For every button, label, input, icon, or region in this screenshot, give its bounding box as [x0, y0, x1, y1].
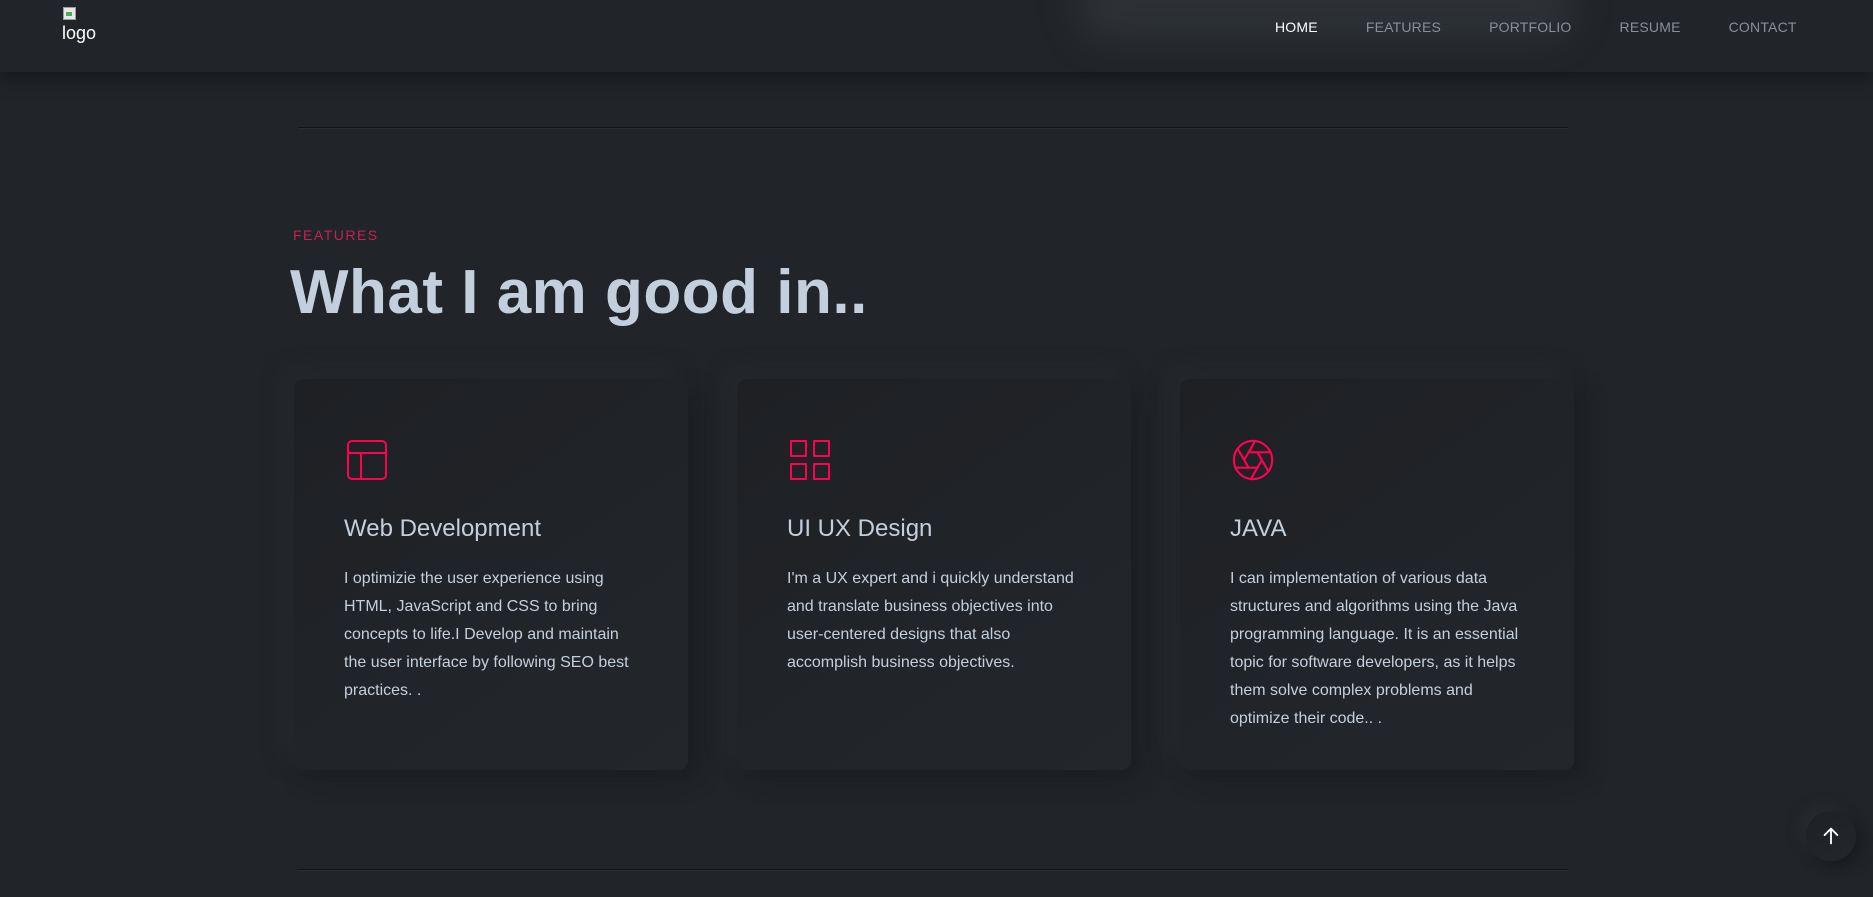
logo-alt-text: logo: [62, 23, 97, 43]
feature-card-description: I optimizie the user experience using HT…: [344, 570, 629, 699]
nav-home[interactable]: HOME: [1275, 18, 1318, 36]
section-divider-bottom: [298, 869, 1568, 871]
nav-portfolio[interactable]: PORTFOLIO: [1489, 18, 1571, 36]
grid-icon: [787, 437, 833, 483]
layout-icon: [344, 437, 390, 483]
section-subtitle: FEATURES: [293, 227, 379, 243]
section-divider-top: [298, 127, 1568, 129]
feature-card-web-development[interactable]: Web Development I optimizie the user exp…: [294, 379, 688, 770]
aperture-icon: [1230, 437, 1276, 483]
nav-features[interactable]: FEATURES: [1366, 18, 1441, 36]
feature-card-title: Web Development: [344, 515, 541, 542]
feature-card-description: I'm a UX expert and i quickly understand…: [787, 570, 1074, 671]
logo-broken-image[interactable]: logo: [62, 6, 122, 46]
feature-card-title: UI UX Design: [787, 515, 933, 542]
section-title: What I am good in..: [290, 258, 868, 327]
feature-card-title: JAVA: [1230, 515, 1287, 542]
back-to-top-button[interactable]: [1806, 811, 1856, 861]
site-header: logo HOME FEATURES PORTFOLIO RESUME CONT…: [0, 0, 1873, 72]
broken-image-icon: [62, 6, 78, 20]
feature-card-java[interactable]: JAVA I can implementation of various dat…: [1180, 379, 1574, 770]
arrow-up-icon: [1823, 827, 1839, 845]
feature-card-description: I can implementation of various data str…: [1230, 570, 1519, 727]
main-nav: HOME FEATURES PORTFOLIO RESUME CONTACT: [1275, 18, 1845, 36]
page: logo HOME FEATURES PORTFOLIO RESUME CONT…: [0, 0, 1873, 897]
nav-resume[interactable]: RESUME: [1620, 18, 1681, 36]
nav-contact[interactable]: CONTACT: [1729, 18, 1797, 36]
feature-card-ui-ux-design[interactable]: UI UX Design I'm a UX expert and i quick…: [737, 379, 1131, 770]
